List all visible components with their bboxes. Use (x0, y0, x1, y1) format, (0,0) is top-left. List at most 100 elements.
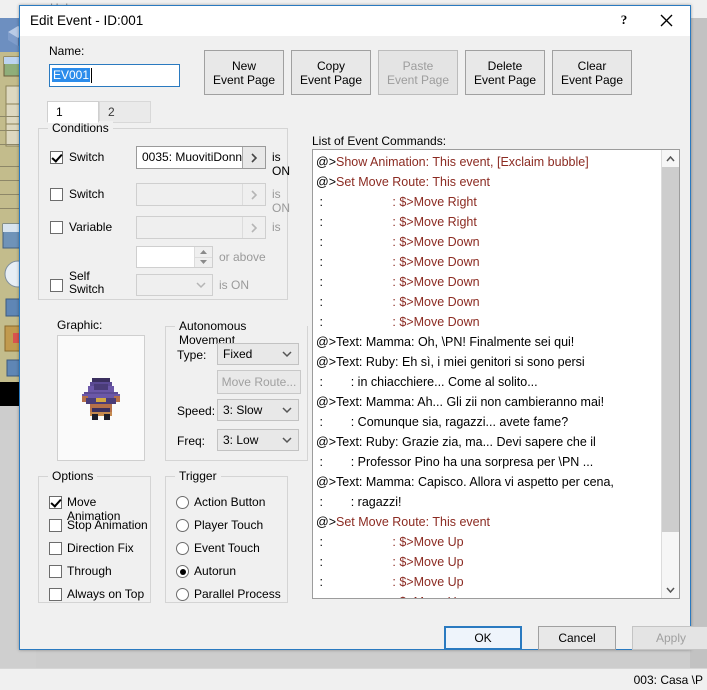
movement-freq-select[interactable]: 3: Low (217, 429, 299, 451)
stepper-up-icon[interactable] (194, 247, 212, 257)
clear-event-page-button[interactable]: Clear Event Page (552, 50, 632, 95)
trigger-autorun-radio[interactable] (176, 565, 189, 578)
edit-event-dialog: Edit Event - ID:001 ? Name: EV001 New Ev… (19, 5, 707, 650)
trigger-parallel-process-radio[interactable] (176, 588, 189, 601)
command-line[interactable]: : : $>Move Down (316, 312, 661, 332)
command-line[interactable]: : : Comunque sia, ragazzi... avete fame? (316, 412, 661, 432)
command-line[interactable]: : : Professor Pino ha una sorpresa per \… (316, 452, 661, 472)
event-graphic-preview[interactable] (57, 335, 145, 461)
background-right-pane (690, 18, 707, 668)
condition-switch1-checkbox[interactable] (50, 151, 63, 164)
delete-event-page-button[interactable]: Delete Event Page (465, 50, 545, 95)
command-prefix: : (316, 295, 323, 309)
command-line[interactable]: @>Text: Mamma: Capisco. Allora vi aspett… (316, 472, 661, 492)
command-line[interactable]: : : $>Move Up (316, 592, 661, 598)
chevron-up-icon (666, 155, 675, 161)
command-line[interactable]: : : $>Move Down (316, 272, 661, 292)
conditions-group: Conditions Switch 0035: MuovitiDonna is … (38, 121, 290, 300)
chevron-down-icon (666, 587, 675, 593)
command-line[interactable]: @>Text: Mamma: Oh, \PN! Finalmente sei q… (316, 332, 661, 352)
command-prefix: @> (316, 395, 336, 409)
command-text: : ragazzi! (322, 495, 402, 509)
command-line[interactable]: @>Set Move Route: This event (316, 512, 661, 532)
command-line[interactable]: : : $>Move Right (316, 192, 661, 212)
scrollbar-thumb[interactable] (662, 167, 679, 532)
command-prefix: @> (316, 335, 336, 349)
command-line[interactable]: @>Text: Ruby: Grazie zia, ma... Devi sap… (316, 432, 661, 452)
scroll-down-button[interactable] (662, 581, 679, 598)
character-sprite (82, 378, 120, 420)
trigger-action-button-radio[interactable] (176, 496, 189, 509)
movement-speed-select[interactable]: 3: Slow (217, 399, 299, 421)
option-always-on-top-checkbox[interactable] (49, 588, 62, 601)
dialog-title: Edit Event - ID:001 (30, 13, 144, 28)
event-name-input[interactable]: EV001 (49, 64, 180, 87)
trigger-group: Trigger Action Button Player Touch Event… (165, 469, 288, 603)
command-line[interactable]: : : $>Move Down (316, 252, 661, 272)
command-line[interactable]: : : ragazzi! (316, 492, 661, 512)
condition-variable-select (136, 216, 266, 239)
chevron-right-icon (242, 217, 265, 238)
self-switch-label-line2: Switch (69, 282, 105, 296)
condition-self-switch-checkbox[interactable] (50, 279, 63, 292)
option-move-animation-checkbox[interactable] (49, 496, 62, 509)
tab-page-1[interactable]: 1 (47, 101, 99, 123)
chevron-down-icon (276, 430, 298, 450)
scroll-up-button[interactable] (662, 150, 679, 167)
stepper-down-icon[interactable] (194, 256, 212, 267)
event-commands-list[interactable]: @>Show Animation: This event, [Exclaim b… (312, 149, 680, 599)
new-event-page-button[interactable]: New Event Page (204, 50, 284, 95)
chevron-down-icon (276, 344, 298, 364)
option-through-checkbox[interactable] (49, 565, 62, 578)
command-line[interactable]: : : $>Move Up (316, 532, 661, 552)
condition-switch1-select[interactable]: 0035: MuovitiDonna (136, 146, 266, 169)
command-line[interactable]: : : in chiacchiere... Come al solito... (316, 372, 661, 392)
command-line[interactable]: : : $>Move Down (316, 292, 661, 312)
command-line[interactable]: : : $>Move Up (316, 552, 661, 572)
command-prefix: @> (316, 175, 336, 189)
tab-page-2[interactable]: 2 (99, 101, 151, 123)
command-text: Set Move Route: This event (336, 175, 491, 189)
command-text: Text: Mamma: Oh, \PN! Finalmente sei qui… (336, 335, 575, 349)
command-prefix: : (316, 415, 323, 429)
command-line[interactable]: @>Show Animation: This event, [Exclaim b… (316, 152, 661, 172)
command-line[interactable]: : : $>Move Up (316, 572, 661, 592)
stepper-buttons[interactable] (194, 247, 212, 267)
command-line[interactable]: : : $>Move Right (316, 212, 661, 232)
button-line1: New (231, 58, 256, 73)
option-direction-fix-checkbox[interactable] (49, 542, 62, 555)
command-line[interactable]: @>Text: Ruby: Eh sì, i miei genitori si … (316, 352, 661, 372)
button-line2: Event Page (473, 72, 537, 87)
command-text: : $>Move Down (322, 235, 480, 249)
close-button[interactable] (648, 6, 684, 34)
option-stop-animation-checkbox[interactable] (49, 519, 62, 532)
movement-type-select[interactable]: Fixed (217, 343, 299, 365)
event-name-value: EV001 (52, 68, 91, 82)
trigger-player-touch-radio[interactable] (176, 519, 189, 532)
button-line2: Event Page (299, 72, 363, 87)
trigger-title: Trigger (175, 469, 221, 483)
condition-switch2-checkbox[interactable] (50, 188, 63, 201)
command-lines-container: @>Show Animation: This event, [Exclaim b… (316, 152, 661, 598)
condition-variable-amount-stepper[interactable] (136, 246, 213, 268)
command-list-scrollbar[interactable] (661, 150, 679, 598)
cancel-button[interactable]: Cancel (538, 626, 616, 650)
command-line[interactable]: @>Set Move Route: This event (316, 172, 661, 192)
dialog-title-bar[interactable]: Edit Event - ID:001 ? (20, 6, 690, 36)
chevron-right-icon (242, 184, 265, 205)
command-prefix: : (316, 595, 322, 598)
help-button[interactable]: ? (606, 6, 642, 34)
command-text: Text: Ruby: Grazie zia, ma... Devi saper… (336, 435, 596, 449)
ok-button[interactable]: OK (444, 626, 522, 650)
copy-event-page-button[interactable]: Copy Event Page (291, 50, 371, 95)
condition-variable-checkbox[interactable] (50, 221, 63, 234)
trigger-event-touch-radio[interactable] (176, 542, 189, 555)
command-text: Set Move Route: This event (336, 515, 491, 529)
condition-switch2-suffix: is ON (272, 187, 290, 215)
button-line1: Paste (402, 58, 434, 73)
command-prefix: @> (316, 355, 336, 369)
movement-type-value: Fixed (223, 347, 253, 361)
command-line[interactable]: : : $>Move Down (316, 232, 661, 252)
command-line[interactable]: @>Text: Mamma: Ah... Gli zii non cambier… (316, 392, 661, 412)
command-text: : in chiacchiere... Come al solito... (322, 375, 538, 389)
